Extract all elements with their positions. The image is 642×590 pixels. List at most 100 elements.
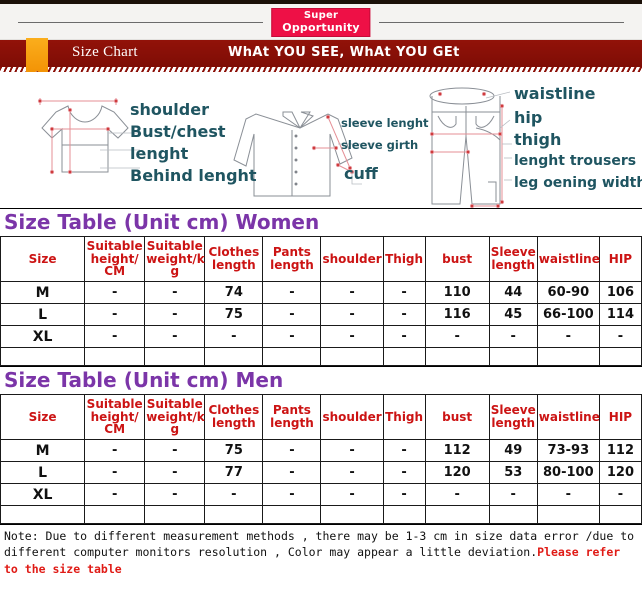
label-thigh: thigh [514, 130, 562, 149]
header-pants-length: Pants length [262, 394, 322, 440]
cell-waistline: 80-100 [536, 461, 600, 484]
label-bust-chest: Bust/chest [130, 122, 226, 141]
cell-pants-length: - [262, 281, 322, 304]
measurement-illustration: shoulder Bust/chest lenght Behind lenght… [0, 72, 642, 208]
cell-height: - [84, 281, 146, 304]
table-row: M - - 75 - - - 112 49 73-93 112 [0, 439, 642, 462]
label-lenght: lenght [130, 144, 189, 163]
men-size-table: Size Suitable height/ CM Suitable weight… [0, 394, 642, 524]
header-thigh: Thigh [382, 394, 426, 440]
table-empty-row [0, 505, 642, 524]
cell-clothes-length: 75 [204, 303, 264, 326]
label-waistline: waistline [514, 84, 596, 103]
cell-weight: - [144, 483, 206, 506]
cell-empty [320, 347, 384, 366]
header-sleeve-length-text: length [491, 258, 536, 272]
cell-thigh: - [382, 461, 426, 484]
cell-clothes-length: 75 [204, 439, 264, 462]
table-row: XL - - - - - - - - - - [0, 483, 642, 506]
header-hip: HIP [598, 236, 642, 282]
cell-thigh: - [382, 325, 426, 348]
header-kg-text: g [170, 422, 180, 437]
header-pants-length: Pants length [262, 236, 322, 282]
cell-empty [598, 505, 642, 524]
men-table-title: Size Table (Unit cm) Men [0, 366, 642, 394]
cell-pants-length: - [262, 461, 322, 484]
cell-empty [424, 505, 490, 524]
cell-pants-length: - [262, 483, 322, 506]
table-row: M - - 74 - - - 110 44 60-90 106 [0, 281, 642, 304]
cell-size: M [0, 439, 86, 462]
cell-shoulder: - [320, 439, 384, 462]
header-waistline: waistline [536, 394, 600, 440]
cell-clothes-length: 77 [204, 461, 264, 484]
header-thigh: Thigh [382, 236, 426, 282]
table-row: L - - 77 - - - 120 53 80-100 120 [0, 461, 642, 484]
tshirt-icon [41, 105, 129, 173]
header-bust: bust [424, 394, 490, 440]
cell-weight: - [144, 281, 206, 304]
header-clothes-length-text: length [212, 416, 256, 430]
cell-weight: - [144, 325, 206, 348]
pants-leader-lines [485, 91, 512, 181]
cell-bust: 110 [424, 281, 490, 304]
cell-empty [0, 347, 86, 366]
cell-hip: 106 [598, 281, 642, 304]
cell-pants-length: - [262, 325, 322, 348]
cell-size: XL [0, 325, 86, 348]
cell-waistline: 73-93 [536, 439, 600, 462]
header-sleeve-length-text: length [491, 416, 536, 430]
header-clothes-length: Clothes length [204, 236, 264, 282]
cell-hip: 114 [598, 303, 642, 326]
table-header-row: Size Suitable height/ CM Suitable weight… [0, 236, 642, 282]
cell-empty [84, 347, 146, 366]
ribbon-tab-icon [26, 38, 48, 78]
label-behind-lenght: Behind lenght [130, 166, 257, 185]
table-empty-row [0, 347, 642, 366]
header-size: Size [0, 236, 86, 282]
label-cuff: cuff [344, 164, 378, 183]
cell-shoulder: - [320, 461, 384, 484]
label-hip: hip [514, 108, 543, 127]
header-size: Size [0, 394, 86, 440]
cell-empty [262, 505, 322, 524]
cell-sleeve-length: - [488, 325, 538, 348]
cell-empty [84, 505, 146, 524]
women-size-table: Size Suitable height/ CM Suitable weight… [0, 236, 642, 366]
header-sleeve-length: Sleeve length [488, 394, 538, 440]
label-lenght-trousers: lenght trousers [514, 153, 637, 169]
cell-shoulder: - [320, 303, 384, 326]
cell-thigh: - [382, 439, 426, 462]
cell-pants-length: - [262, 439, 322, 462]
header-shoulder: shoulder [320, 394, 384, 440]
cell-bust: - [424, 483, 490, 506]
cell-sleeve-length: 45 [488, 303, 538, 326]
women-table-title: Size Table (Unit cm) Women [0, 208, 642, 236]
cell-empty [204, 505, 264, 524]
cell-height: - [84, 303, 146, 326]
cell-size: M [0, 281, 86, 304]
cell-empty [382, 505, 426, 524]
cell-bust: 116 [424, 303, 490, 326]
table-header-row: Size Suitable height/ CM Suitable weight… [0, 394, 642, 440]
cell-sleeve-length: 49 [488, 439, 538, 462]
cell-bust: 120 [424, 461, 490, 484]
cell-empty [536, 347, 600, 366]
cell-empty [536, 505, 600, 524]
cell-empty [0, 505, 86, 524]
header-pants-length-text: length [270, 258, 314, 272]
brand-line-2: Opportunity [282, 21, 360, 34]
cell-size: L [0, 461, 86, 484]
cell-hip: - [598, 483, 642, 506]
header-clothes-length-text: length [212, 258, 256, 272]
cell-empty [144, 505, 206, 524]
header-suitable-height: Suitable height/ CM [84, 236, 146, 282]
cell-waistline: - [536, 325, 600, 348]
cell-height: - [84, 439, 146, 462]
cell-bust: - [424, 325, 490, 348]
brand-rule-left [18, 22, 263, 23]
cell-sleeve-length: 53 [488, 461, 538, 484]
cell-shoulder: - [320, 325, 384, 348]
header-sleeve-length: Sleeve length [488, 236, 538, 282]
brand-bar: Super Opportunity [0, 4, 642, 40]
